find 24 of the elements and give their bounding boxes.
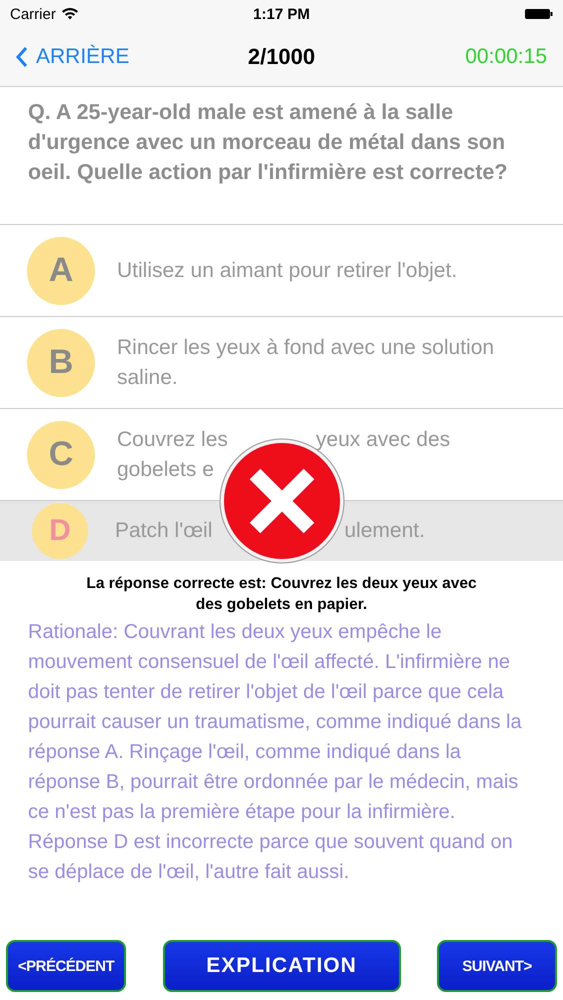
wifi-icon (62, 8, 78, 20)
answer-text: Patch l'œil (115, 518, 212, 544)
previous-button[interactable]: <PRÉCÉDENT (6, 940, 126, 992)
answer-letter: C (27, 420, 95, 488)
question-text: Q. A 25-year-old male est amené à la salle d'urgence avec un morceau de métal dans son oeil. Quelle action par l'infirmière est correcte? (28, 100, 508, 184)
correct-answer-text: La réponse correcte est: Couvrez les deux yeux avec des gobelets en papier. (86, 575, 477, 613)
battery-icon (525, 8, 553, 20)
answer-text: yeux avec des (316, 426, 450, 452)
status-time: 1:17 PM (253, 6, 310, 22)
timer: 00:00:15 (465, 45, 547, 69)
answer-text: Couvrez les (117, 426, 228, 452)
answer-text: ulement. (344, 518, 425, 544)
answer-text: Utilisez un aimant pour retirer l'objet. (117, 258, 458, 282)
rationale-text: Rationale: Couvrant les deux yeux empêche le mouvement consensuel de l'œil affecté. L'infirmière ne doit pas tenter de retirer l'objet de l'œil parce que cela pourrait causer un traumatisme, comme indiqué dans la réponse A. Rinçage l'œil, comme indiqué dans la réponse B, pourrait être ordonnée par le médecin, mais ce n'est pas la première étape pour la infirmière. Réponse D est incorrecte parce que souvent quand on se déplace de l'œil, l'autre fait aussi. (28, 621, 522, 883)
question-counter: 2/1000 (248, 44, 316, 70)
answer-letter: A (27, 236, 95, 304)
answer-text: Rincer les yeux à fond avec une solution saline. (117, 336, 494, 388)
answer-text: gobelets e (117, 456, 214, 482)
answer-letter: B (27, 328, 95, 396)
carrier-label: Carrier (10, 6, 56, 22)
back-chevron-icon (16, 46, 28, 68)
next-button[interactable]: SUIVANT> (437, 940, 557, 992)
explanation-button[interactable]: EXPLICATION (162, 940, 400, 992)
answer-letter: D (32, 503, 88, 559)
